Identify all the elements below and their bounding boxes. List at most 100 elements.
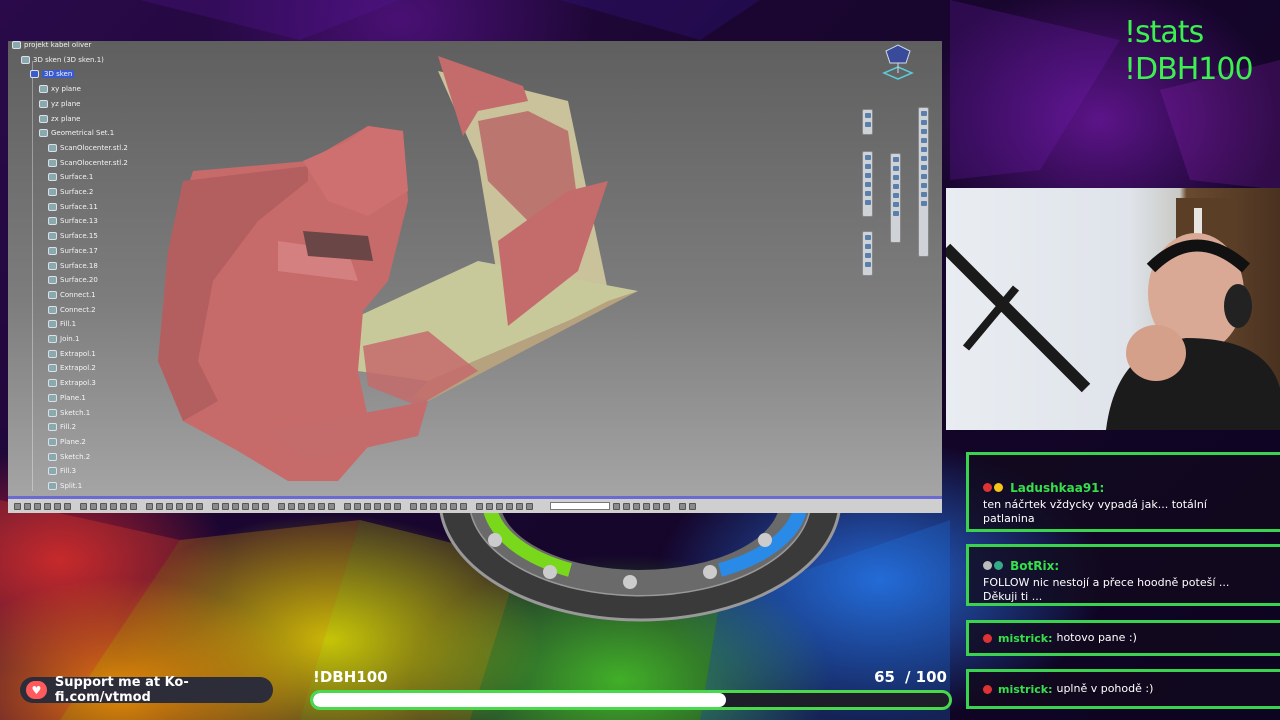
toolbar-button[interactable] [252,502,259,510]
tree-item[interactable]: Surface.20 [48,274,98,286]
toolbar-button[interactable] [64,502,71,510]
toolbar-button[interactable] [24,502,31,510]
toolbar-button[interactable] [100,502,107,510]
toolbar-button[interactable] [146,502,153,510]
tree-item[interactable]: Surface.13 [48,215,98,227]
toolbar-button[interactable] [633,502,640,510]
view-toolbar-3[interactable] [862,231,873,276]
toolbar-button[interactable] [344,502,351,510]
tree-item[interactable]: Plane.2 [48,436,86,448]
chat-username[interactable]: mistrick: [998,632,1052,645]
tree-item[interactable]: Surface.11 [48,201,98,213]
chat-username[interactable]: BotRix: [1010,559,1059,573]
toolbar-button[interactable] [643,502,650,510]
tree-item[interactable]: Connect.2 [48,304,96,316]
tree-item[interactable]: ScanOlocenter.stl.2 [48,142,128,154]
toolbar-button[interactable] [328,502,335,510]
toolbar-button[interactable] [450,502,457,510]
tree-item[interactable]: Surface.17 [48,245,98,257]
compass-icon[interactable] [878,43,918,85]
toolbar-button[interactable] [374,502,381,510]
toolbar-button[interactable] [486,502,493,510]
tree-item[interactable]: Extrapol.2 [48,362,96,374]
toolbar-button[interactable] [476,502,483,510]
3d-viewport[interactable] [8,41,942,513]
toolbar-button[interactable] [410,502,417,510]
tree-item[interactable]: 3D sken [30,68,75,80]
tree-item[interactable]: Sketch.1 [48,407,90,419]
tree-item[interactable]: xy plane [39,83,81,95]
tree-item[interactable]: Join.1 [48,333,79,345]
toolbar-button[interactable] [186,502,193,510]
tree-item[interactable]: Surface.18 [48,260,98,272]
toolbar-button[interactable] [14,502,21,510]
toolbar-button[interactable] [430,502,437,510]
toolbar-button[interactable] [308,502,315,510]
toolbar-button[interactable] [663,502,670,510]
toolbar-button[interactable] [420,502,427,510]
toolbar-button[interactable] [653,502,660,510]
chat-username[interactable]: Ladushkaa91: [1010,481,1104,495]
tree-item[interactable]: Surface.1 [48,171,93,183]
toolbar-button[interactable] [526,502,533,510]
toolbar-button[interactable] [262,502,269,510]
tree-item[interactable]: zx plane [39,113,80,125]
toolbar-button[interactable] [130,502,137,510]
tree-item[interactable]: Split.1 [48,480,82,492]
view-toolbar-5[interactable] [918,107,929,257]
tree-item[interactable]: Extrapol.1 [48,348,96,360]
tree-item[interactable]: Fill.1 [48,318,76,330]
toolbar-button[interactable] [288,502,295,510]
toolbar-button[interactable] [364,502,371,510]
toolbar-button[interactable] [44,502,51,510]
toolbar-button[interactable] [166,502,173,510]
tree-item[interactable]: Extrapol.3 [48,377,96,389]
bottom-toolbar[interactable] [8,496,942,513]
toolbar-button[interactable] [679,502,686,510]
tree-item[interactable]: Connect.1 [48,289,96,301]
toolbar-button[interactable] [34,502,41,510]
toolbar-button[interactable] [298,502,305,510]
tree-item[interactable]: 3D sken (3D sken.1) [21,54,104,66]
toolbar-button[interactable] [689,502,696,510]
toolbar-button[interactable] [232,502,239,510]
kofi-banner[interactable]: ♥ Support me at Ko-fi.com/vtmod [20,675,273,705]
view-toolbar-4[interactable] [890,153,901,243]
toolbar-button[interactable] [623,502,630,510]
tree-item[interactable]: yz plane [39,98,80,110]
toolbar-button[interactable] [318,502,325,510]
chat-username[interactable]: mistrick: [998,683,1052,696]
tree-item[interactable]: Surface.15 [48,230,98,242]
toolbar-button[interactable] [120,502,127,510]
toolbar-button[interactable] [440,502,447,510]
tree-item[interactable]: Geometrical Set.1 [39,127,114,139]
toolbar-button[interactable] [222,502,229,510]
toolbar-button[interactable] [196,502,203,510]
view-toolbar-1[interactable] [862,109,873,135]
toolbar-button[interactable] [394,502,401,510]
toolbar-button[interactable] [506,502,513,510]
toolbar-button[interactable] [278,502,285,510]
tree-item[interactable]: projekt kabel oliver [12,41,91,51]
toolbar-button[interactable] [460,502,467,510]
view-toolbar-2[interactable] [862,151,873,217]
toolbar-button[interactable] [516,502,523,510]
toolbar-button[interactable] [90,502,97,510]
tree-item[interactable]: Surface.2 [48,186,93,198]
cad-window[interactable]: projekt kabel oliver 3D sken (3D sken.1) 3… [8,41,942,513]
toolbar-button[interactable] [496,502,503,510]
tree-item[interactable]: Fill.2 [48,421,76,433]
toolbar-button[interactable] [384,502,391,510]
tree-item[interactable]: Sketch.2 [48,451,90,463]
toolbar-button[interactable] [156,502,163,510]
toolbar-button[interactable] [176,502,183,510]
scan-model[interactable] [8,41,942,496]
toolbar-button[interactable] [80,502,87,510]
specification-tree[interactable]: projekt kabel oliver 3D sken (3D sken.1) 3… [8,41,148,496]
toolbar-button[interactable] [613,502,620,510]
tree-item[interactable]: ScanOlocenter.stl.2 [48,157,128,169]
tree-item[interactable]: Plane.1 [48,392,86,404]
toolbar-button[interactable] [110,502,117,510]
toolbar-button[interactable] [242,502,249,510]
toolbar-button[interactable] [54,502,61,510]
